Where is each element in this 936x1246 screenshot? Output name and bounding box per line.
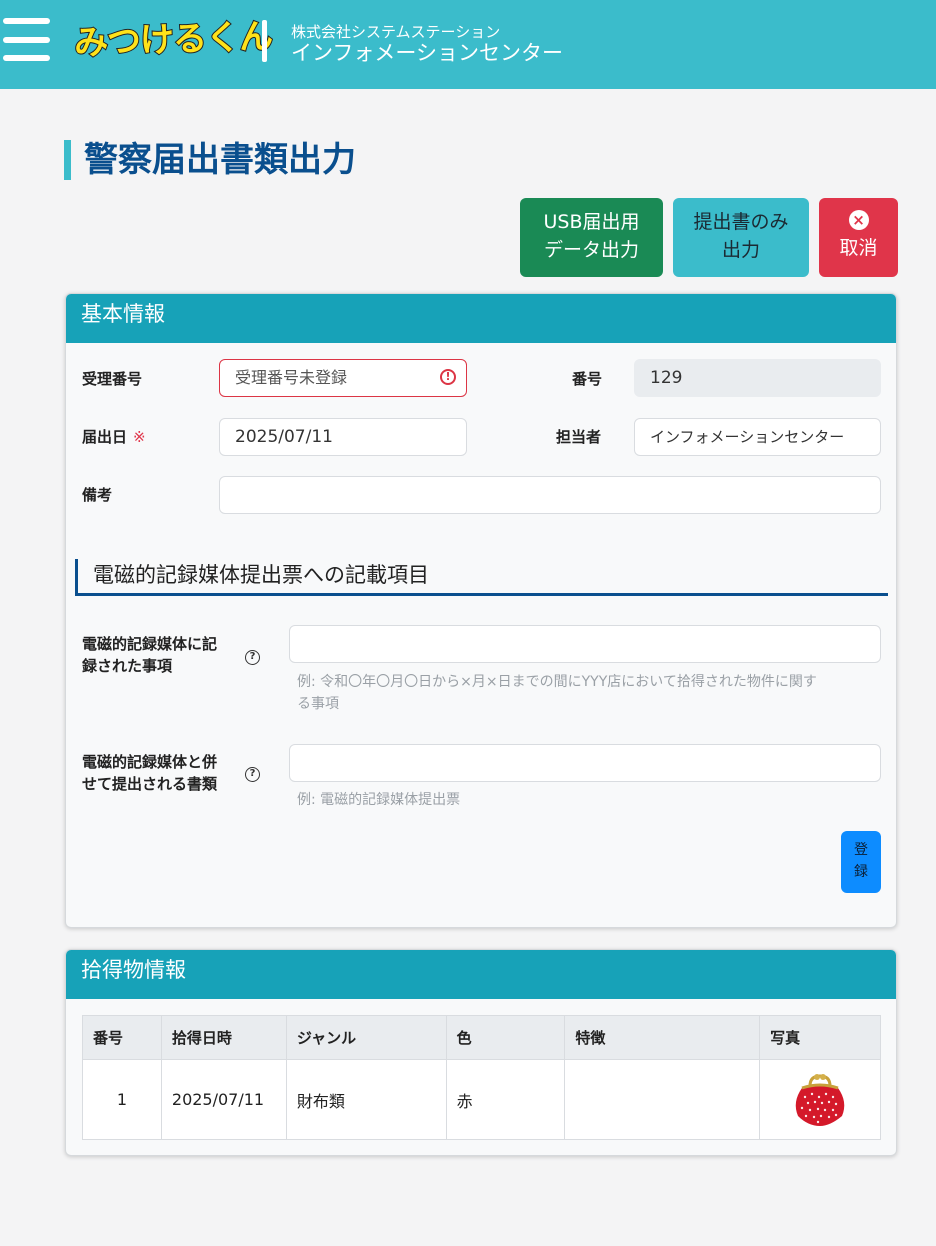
found-items-header: 拾得物情報 <box>66 950 896 999</box>
required-mark: ※ <box>133 428 146 446</box>
table-header-row: 番号 拾得日時 ジャンル 色 特徴 写真 <box>82 1015 881 1060</box>
column-header: 番号 <box>82 1015 162 1060</box>
feature-cell <box>564 1059 761 1140</box>
app-logo[interactable]: みつけるくん <box>72 14 273 66</box>
basic-info-card: 基本情報 受理番号 受理番号未登録 ! 番号 129 届出日 ※ 2025/07/… <box>65 293 897 928</box>
column-header: 特徴 <box>564 1015 761 1060</box>
department-name: インフォメーションセンター <box>291 41 563 65</box>
media-section-title: 電磁的記録媒体提出票への記載項目 <box>93 563 429 587</box>
photo-cell <box>759 1059 881 1140</box>
red-coin-purse-photo[interactable] <box>790 1072 850 1128</box>
receipt-number-input[interactable]: 受理番号未登録 ! <box>219 359 467 397</box>
report-date-label: 届出日 ※ <box>82 428 146 446</box>
hamburger-menu-icon[interactable] <box>3 18 50 62</box>
title-accent-bar <box>64 140 71 180</box>
page-title: 警察届出書類出力 <box>84 140 356 180</box>
attached-documents-input[interactable] <box>289 744 881 782</box>
top-header: みつけるくん 株式会社システムステーション インフォメーションセンター <box>0 0 936 89</box>
company-name: 株式会社システムステーション <box>291 23 501 41</box>
table-row[interactable]: 1 2025/07/11 財布類 赤 <box>82 1059 881 1140</box>
recorded-items-label: 電磁的記録媒体に記 録された事項 <box>82 635 218 675</box>
found-items-card: 拾得物情報 番号 拾得日時 ジャンル 色 特徴 写真 1 2025/07/11 … <box>65 949 897 1156</box>
basic-info-header: 基本情報 <box>66 294 896 343</box>
item-number-cell: 1 <box>82 1059 162 1140</box>
staff-input[interactable]: インフォメーションセンター <box>634 418 881 456</box>
invalid-exclamation-icon: ! <box>440 369 456 385</box>
help-question-icon[interactable]: ? <box>245 650 260 665</box>
usb-data-output-button[interactable]: USB届出用 データ出力 <box>520 198 663 277</box>
column-header: 色 <box>445 1015 566 1060</box>
color-cell: 赤 <box>445 1059 566 1140</box>
header-divider <box>262 20 267 62</box>
attached-documents-hint: 例: 電磁的記録媒体提出票 <box>297 792 461 808</box>
number-label: 番号 <box>572 370 603 388</box>
column-header: 拾得日時 <box>160 1015 287 1060</box>
receipt-number-label: 受理番号 <box>82 370 143 388</box>
register-button[interactable]: 登 録 <box>841 831 881 893</box>
close-circle-icon: × <box>848 210 869 230</box>
cancel-button[interactable]: × 取消 <box>819 198 898 277</box>
staff-label: 担当者 <box>556 428 602 446</box>
recorded-items-input[interactable] <box>289 625 881 663</box>
report-date-input[interactable]: 2025/07/11 <box>219 418 467 456</box>
found-date-cell: 2025/07/11 <box>160 1059 287 1140</box>
submission-only-output-button[interactable]: 提出書のみ 出力 <box>673 198 809 277</box>
number-field: 129 <box>634 359 881 397</box>
column-header: 写真 <box>759 1015 881 1060</box>
recorded-items-hint: 例: 令和〇年〇月〇日から×月×日までの間にYYY店において拾得された物件に関す… <box>297 674 817 712</box>
column-header: ジャンル <box>285 1015 447 1060</box>
notes-label: 備考 <box>82 486 113 504</box>
help-question-icon[interactable]: ? <box>245 767 260 782</box>
notes-input[interactable] <box>219 476 881 514</box>
media-section-heading: 電磁的記録媒体提出票への記載項目 <box>75 559 888 596</box>
attached-documents-label: 電磁的記録媒体と併 せて提出される書類 <box>82 753 218 793</box>
genre-cell: 財布類 <box>285 1059 447 1140</box>
found-items-table: 番号 拾得日時 ジャンル 色 特徴 写真 1 2025/07/11 財布類 赤 <box>82 1015 881 1140</box>
